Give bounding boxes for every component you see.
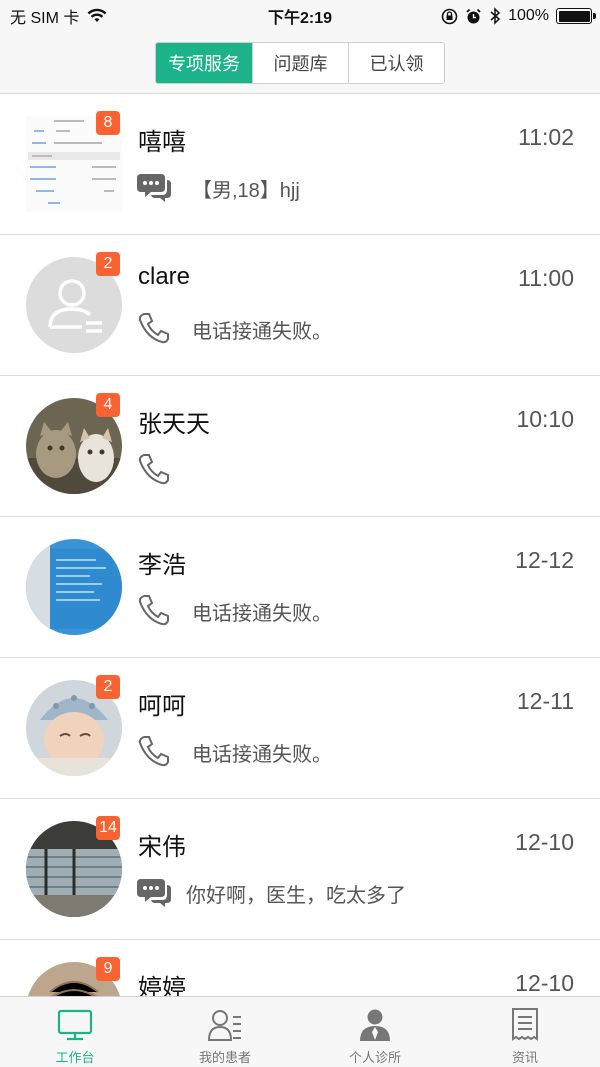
message-time: 12-10 (515, 970, 574, 996)
segment-bar: 专项服务 问题库 已认领 (0, 32, 600, 94)
contact-name: 呵呵 (138, 693, 186, 720)
alarm-icon (466, 8, 481, 23)
message-preview: 电话接通失败。 (192, 744, 332, 766)
avatar (26, 539, 122, 635)
tab-special-service[interactable]: 专项服务 (156, 42, 252, 83)
unread-badge: 2 (96, 675, 120, 699)
contact-name: 宋伟 (138, 834, 186, 861)
tab-bar: 工作台 我的患者 个人诊所 资讯 (0, 996, 600, 1067)
battery-percent: 100% (508, 7, 549, 24)
unread-badge: 14 (96, 816, 120, 840)
tab-label: 资讯 (511, 1050, 538, 1065)
contact-name: clare (138, 263, 191, 290)
patients-icon (207, 1010, 241, 1041)
monitor-icon (57, 1009, 93, 1041)
message-time: 10:10 (516, 406, 574, 432)
status-right: 100% (441, 7, 596, 25)
message-time: 12-12 (515, 547, 574, 573)
conversation-item[interactable]: 李浩 12-12 电话接通失败。 (0, 517, 600, 658)
message-preview: 你好啊，医生，吃太多了 (186, 885, 406, 907)
message-preview: 电话接通失败。 (192, 603, 332, 625)
conversation-item[interactable]: 2 呵呵 12-11 电话接通失败。 (0, 658, 600, 799)
unread-badge: 9 (96, 957, 120, 981)
rotation-lock-icon (441, 8, 458, 24)
tab-label: 我的患者 (198, 1050, 251, 1065)
contact-name: 婷婷 (138, 975, 186, 996)
tab-my-patients[interactable]: 我的患者 (150, 997, 300, 1067)
unread-badge: 4 (96, 393, 120, 417)
chat-bubble-icon (137, 879, 171, 907)
tab-news[interactable]: 资讯 (450, 997, 600, 1067)
message-time: 11:02 (518, 124, 574, 150)
conversation-item[interactable]: 4 张天天 10:10 (0, 376, 600, 517)
news-icon (512, 1008, 538, 1041)
conversation-item[interactable]: 9 婷婷 12-10 (0, 940, 600, 996)
tab-question-bank[interactable]: 问题库 (252, 42, 348, 83)
phone-icon (138, 595, 169, 626)
tab-personal-clinic[interactable]: 个人诊所 (300, 997, 450, 1067)
tab-label: 工作台 (55, 1050, 95, 1065)
unread-badge: 8 (96, 111, 120, 135)
message-preview: 【男,18】hjj (192, 180, 300, 202)
unread-badge: 2 (96, 252, 120, 276)
status-bar: 无 SIM 卡 下午2:19 100% (0, 0, 600, 32)
conversation-list: 8 嘻嘻 11:02 【男,18】hjj 2 clare 11:00 电话接通失… (0, 94, 600, 996)
message-time: 12-11 (516, 688, 574, 714)
phone-icon (138, 736, 169, 767)
message-time: 12-10 (515, 829, 574, 855)
tab-workbench[interactable]: 工作台 (0, 997, 150, 1067)
message-time: 11:00 (518, 265, 574, 291)
tab-claimed[interactable]: 已认领 (348, 42, 444, 83)
chat-bubble-icon (137, 174, 171, 202)
message-preview: 电话接通失败。 (192, 321, 332, 343)
phone-icon (138, 313, 169, 344)
conversation-item[interactable]: 14 宋伟 12-10 你好啊，医生，吃太多了 (0, 799, 600, 940)
phone-icon (138, 454, 169, 485)
contact-name: 李浩 (138, 552, 186, 579)
segment-control: 专项服务 问题库 已认领 (155, 41, 445, 84)
bluetooth-icon (490, 7, 501, 25)
battery-icon (556, 8, 596, 24)
contact-name: 嘻嘻 (138, 129, 186, 156)
conversation-item[interactable]: 2 clare 11:00 电话接通失败。 (0, 235, 600, 376)
tab-label: 个人诊所 (348, 1050, 401, 1065)
doctor-icon (360, 1009, 390, 1041)
contact-name: 张天天 (138, 411, 210, 438)
conversation-item[interactable]: 8 嘻嘻 11:02 【男,18】hjj (0, 94, 600, 235)
